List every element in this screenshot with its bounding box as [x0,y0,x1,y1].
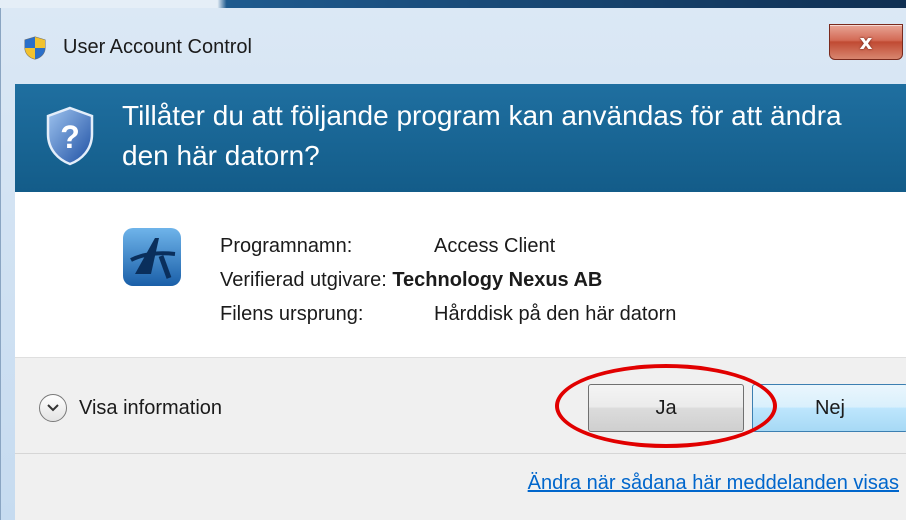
program-name-label: Programnamn: [220,235,353,257]
publisher-label: Verifierad utgivare: [220,269,387,291]
publisher-value: Technology Nexus AB [392,269,603,291]
program-name-value: Access Client [434,235,556,257]
prompt-header: ? Tillåter du att följande program kan a… [15,84,906,192]
prompt-question: Tillåter du att följande program kan anv… [122,100,842,171]
program-name-row: Programnamn: Access Client [220,229,676,263]
uac-shield-icon [24,36,46,60]
svg-text:?: ? [60,119,80,155]
notification-settings-link[interactable]: Ändra när sådana här meddelanden visas [528,472,899,495]
window-title: User Account Control [63,36,252,58]
access-client-app-icon [123,228,181,286]
program-details: Programnamn: Access Client Verifierad utg… [220,229,676,331]
show-details-toggle[interactable]: Visa information [39,394,222,422]
origin-row: Filens ursprung: Hårddisk på den här dato… [220,297,676,331]
publisher-row: Verifierad utgivare: Technology Nexus AB [220,263,676,297]
no-button[interactable]: Nej [752,384,906,432]
close-icon: x [859,30,873,54]
origin-value: Hårddisk på den här datorn [434,303,677,325]
origin-label: Filens ursprung: [220,303,364,325]
close-button[interactable]: x [829,24,903,60]
dialog-content: ? Tillåter du att följande program kan a… [15,84,906,520]
uac-dialog: User Account Control x ? Tillåter du att… [0,8,906,520]
uac-question-shield-icon: ? [46,106,94,166]
yes-button[interactable]: Ja [588,384,744,432]
title-bar[interactable]: User Account Control x [1,8,906,72]
show-details-label[interactable]: Visa information [79,397,222,420]
chevron-down-icon[interactable] [39,394,67,422]
